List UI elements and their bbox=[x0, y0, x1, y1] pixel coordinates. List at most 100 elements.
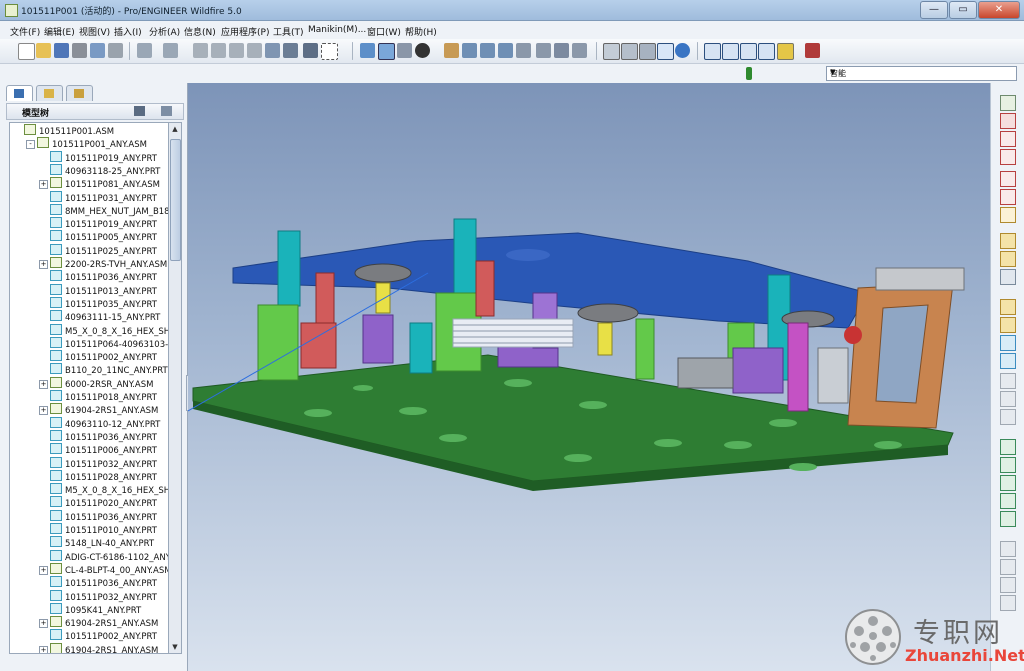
tree-node[interactable]: 101511P019_ANY.PRT bbox=[50, 150, 157, 164]
tree-node[interactable]: 101511P035_ANY.PRT bbox=[50, 296, 157, 310]
repaint-icon[interactable] bbox=[360, 43, 375, 58]
expand-icon[interactable]: + bbox=[39, 645, 48, 653]
tree-node[interactable]: +61904-2RS1_ANY.ASM bbox=[39, 642, 158, 653]
copy-geom-icon[interactable] bbox=[1000, 439, 1016, 455]
regen-manager-icon[interactable] bbox=[283, 43, 298, 58]
context-help-icon[interactable] bbox=[805, 43, 820, 58]
menu-help[interactable]: 帮助(H) bbox=[405, 25, 437, 38]
hidden-line-icon[interactable] bbox=[621, 43, 638, 60]
tree-node[interactable]: 40963110-12_ANY.PRT bbox=[50, 416, 160, 430]
package-icon[interactable] bbox=[1000, 269, 1016, 285]
expand-icon[interactable]: + bbox=[39, 565, 48, 575]
datum-planes-icon[interactable] bbox=[704, 43, 721, 60]
annotation-display-icon[interactable] bbox=[777, 43, 794, 60]
datum-axes-icon[interactable] bbox=[722, 43, 739, 60]
selection-filter[interactable]: 智能 ▼ bbox=[826, 66, 1017, 81]
sketch-icon[interactable] bbox=[1000, 95, 1016, 111]
email-icon[interactable] bbox=[90, 43, 105, 58]
datum-curve-icon[interactable] bbox=[1000, 149, 1016, 165]
appearance-icon[interactable] bbox=[415, 43, 430, 58]
send-icon[interactable] bbox=[108, 43, 123, 58]
offset-icon[interactable] bbox=[1000, 559, 1016, 575]
menu-applications[interactable]: 应用程序(P) bbox=[221, 25, 269, 38]
tree-node[interactable]: 101511P005_ANY.PRT bbox=[50, 230, 157, 243]
datum-axis-icon[interactable] bbox=[1000, 131, 1016, 147]
tree-node[interactable]: +61904-2RS1_ANY.ASM bbox=[39, 403, 158, 416]
graphics-viewport[interactable] bbox=[188, 83, 990, 671]
mirror-icon[interactable] bbox=[1000, 493, 1016, 509]
spin-center-icon[interactable] bbox=[378, 43, 395, 60]
shell-icon[interactable] bbox=[1000, 373, 1016, 389]
datum-point-icon[interactable] bbox=[1000, 171, 1016, 187]
tab-folder-browser[interactable] bbox=[36, 85, 63, 101]
view-manager-icon[interactable] bbox=[572, 43, 587, 58]
select-box-icon[interactable] bbox=[321, 43, 338, 60]
tree-node[interactable]: 101511P018_ANY.PRT bbox=[50, 390, 157, 403]
tree-node[interactable]: 1095K41_ANY.PRT bbox=[50, 602, 141, 616]
extend-icon[interactable] bbox=[1000, 511, 1016, 527]
tree-node[interactable]: 101511P002_ANY.PRT bbox=[50, 629, 157, 642]
tree-node[interactable]: 101511P032_ANY.PRT bbox=[50, 456, 157, 470]
tree-node[interactable]: 101511P036_ANY.PRT bbox=[50, 576, 157, 589]
tree-node[interactable]: 101511P001.ASM bbox=[24, 124, 114, 137]
tree-node[interactable]: 101511P028_ANY.PRT bbox=[50, 469, 157, 483]
tree-node[interactable]: 40963111-15_ANY.PRT bbox=[50, 310, 160, 323]
edge-round-icon[interactable] bbox=[1000, 409, 1016, 425]
draft-icon[interactable] bbox=[1000, 353, 1016, 369]
pattern-icon[interactable] bbox=[1000, 475, 1016, 491]
thicken-icon[interactable] bbox=[1000, 577, 1016, 593]
tree-node[interactable]: +2200-2RS-TVH_ANY.ASM bbox=[39, 257, 167, 270]
menu-manikin[interactable]: Manikin(M)... bbox=[308, 25, 366, 35]
enhanced-realism-icon[interactable] bbox=[675, 43, 690, 58]
expand-icon[interactable]: + bbox=[39, 180, 48, 190]
expand-icon[interactable]: + bbox=[39, 619, 48, 629]
expand-icon[interactable]: + bbox=[39, 379, 48, 389]
pan-icon[interactable] bbox=[444, 43, 459, 58]
datum-points-icon[interactable] bbox=[740, 43, 757, 60]
paste-special-icon[interactable] bbox=[247, 43, 262, 58]
tree-node[interactable]: 101511P010_ANY.PRT bbox=[50, 523, 157, 536]
tree-node[interactable]: 101511P036_ANY.PRT bbox=[50, 270, 157, 283]
close-button[interactable]: ✕ bbox=[978, 1, 1020, 19]
tree-node[interactable]: 101511P019_ANY.PRT bbox=[50, 217, 157, 230]
zoom-in-icon[interactable] bbox=[462, 43, 477, 58]
tree-node[interactable]: M5_X_0_8_X_16_HEX_SHCS_AN bbox=[50, 323, 169, 337]
shading-icon[interactable] bbox=[657, 43, 674, 60]
component-icon[interactable] bbox=[1000, 233, 1016, 249]
tree-node[interactable]: +61904-2RS1_ANY.ASM bbox=[39, 616, 158, 629]
regenerate-icon[interactable] bbox=[265, 43, 280, 58]
no-hidden-icon[interactable] bbox=[639, 43, 656, 60]
trim-icon[interactable] bbox=[1000, 541, 1016, 557]
tree-node[interactable]: 101511P031_ANY.PRT bbox=[50, 190, 157, 204]
reorient-icon[interactable] bbox=[516, 43, 531, 58]
undo-icon[interactable] bbox=[137, 43, 152, 58]
tree-node[interactable]: 101511P064-40963103-01_ANY bbox=[50, 336, 169, 350]
open-icon[interactable] bbox=[36, 43, 51, 58]
tree-node[interactable]: B110_20_11NC_ANY.PRT bbox=[50, 363, 168, 376]
tree-node[interactable]: 101511P036_ANY.PRT bbox=[50, 509, 157, 523]
saved-views-icon[interactable] bbox=[536, 43, 551, 58]
tree-scrollbar[interactable]: ▲ ▼ bbox=[168, 122, 182, 654]
find-icon[interactable] bbox=[303, 43, 318, 58]
tree-node[interactable]: +6000-2RSR_ANY.ASM bbox=[39, 376, 153, 390]
menu-tools[interactable]: 工具(T) bbox=[273, 25, 304, 38]
show-icon[interactable] bbox=[161, 106, 172, 116]
new-icon[interactable] bbox=[18, 43, 35, 60]
wireframe-icon[interactable] bbox=[603, 43, 620, 60]
csys-icon[interactable] bbox=[1000, 189, 1016, 205]
minimize-button[interactable]: — bbox=[920, 1, 948, 19]
menu-window[interactable]: 窗口(W) bbox=[367, 25, 401, 38]
save-icon[interactable] bbox=[54, 43, 69, 58]
expand-icon[interactable]: + bbox=[39, 406, 48, 416]
menu-file[interactable]: 文件(F) bbox=[10, 25, 40, 38]
solidify-icon[interactable] bbox=[1000, 595, 1016, 611]
tree-node[interactable]: ADIG-CT-6186-1102_ANY.PRT bbox=[50, 549, 169, 563]
tree-node[interactable]: - 101511P001_ANY.ASM bbox=[26, 137, 147, 150]
tree-node[interactable]: 101511P032_ANY.PRT bbox=[50, 589, 157, 603]
tree-node[interactable]: 40963118-25_ANY.PRT bbox=[50, 163, 160, 177]
hole-icon[interactable] bbox=[1000, 299, 1016, 315]
create-component-icon[interactable] bbox=[1000, 251, 1016, 267]
coordinate-systems-icon[interactable] bbox=[758, 43, 775, 60]
tree-node[interactable]: M5_X_0_8_X_16_HEX_SHCS_AN bbox=[50, 483, 169, 496]
tree-node[interactable]: 101511P013_ANY.PRT bbox=[50, 283, 157, 297]
